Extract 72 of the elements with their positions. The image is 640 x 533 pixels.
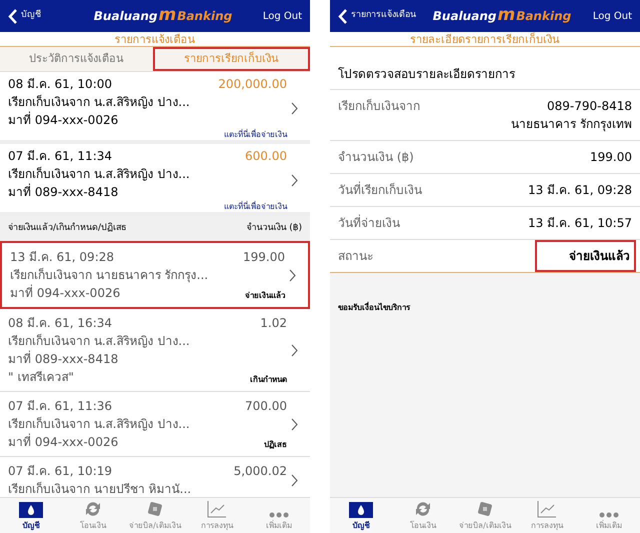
- phone-text: มาที่ 089-xxx-8418: [8, 183, 120, 201]
- chevron-icon: [289, 268, 296, 282]
- detail-value: นายธนาคาร รักกรุงเทพ: [511, 116, 632, 133]
- date-text: 07 มี.ค. 61, 11:34: [8, 148, 112, 165]
- logout-button[interactable]: Log Out: [588, 8, 632, 24]
- history-card[interactable]: 07 มี.ค. 61, 11:36 700.00 เรียกเก็บเงินจาก น.ส.สิริหญิง ปาง... มาที่ 094-xxx-0026 ปฏิเสธ: [0, 392, 310, 457]
- detail-label: จำนวนเงิน (฿): [338, 149, 414, 166]
- status-text: จ่ายเงินแล้ว: [245, 290, 285, 302]
- logout-button[interactable]: Log Out: [258, 8, 302, 24]
- detail-label: วันที่จ่ายเงิน: [338, 214, 400, 232]
- line-chart-icon: [207, 500, 227, 518]
- date-text: 08 มี.ค. 61, 10:00: [8, 76, 112, 93]
- amount-text: 5,000.02: [234, 463, 287, 480]
- chevron-icon: [291, 474, 298, 486]
- tab-bar-item[interactable]: บัญชี: [0, 498, 62, 533]
- bank-card-icon: [349, 502, 373, 518]
- status-text: ปฏิเสธ: [264, 439, 287, 451]
- back-button[interactable]: บัญชี: [8, 8, 68, 24]
- tab-bar-item[interactable]: บัญชี: [330, 498, 392, 533]
- note-text: " เทสรีเควส": [8, 369, 74, 386]
- sender-text: เรียกเก็บเงินจาก นายธนาคาร รักกรุง...: [10, 266, 210, 284]
- logo: BualuangmBanking: [432, 7, 572, 25]
- pay-link[interactable]: แตะที่นี่เพื่อจ่ายเงิน: [224, 129, 287, 141]
- history-card[interactable]: 13 มี.ค. 61, 09:28 199.00 เรียกเก็บเงินจาก นายธนาคาร รักกรุง... มาที่ 094-xxx-0026 จ่ายเงินแล้ว: [0, 241, 310, 309]
- detail-value: 13 มี.ค. 61, 10:57: [528, 215, 632, 232]
- back-button[interactable]: รายการแจ้งเตือน: [338, 8, 416, 24]
- pay-link[interactable]: แตะที่นี่เพื่อจ่ายเงิน: [224, 201, 287, 213]
- more-icon: [269, 512, 289, 518]
- bank-card-icon: [19, 502, 43, 518]
- date-text: 07 มี.ค. 61, 10:19: [8, 463, 112, 480]
- sender-text: เรียกเก็บเงินจาก น.ส.สิริหญิง ปาง...: [8, 94, 191, 111]
- phone-text: มาที่ 094-xxx-0026: [8, 111, 120, 129]
- detail-value: 199.00: [590, 149, 632, 166]
- phone-text: มาที่ 094-xxx-0026: [10, 284, 120, 302]
- amount-text: 700.00: [245, 398, 287, 415]
- detail-label: เรียกเก็บเงินจาก: [338, 98, 420, 115]
- request-card[interactable]: 08 มี.ค. 61, 10:00 200,000.00 เรียกเก็บเงินจาก น.ส.สิริหญิง ปาง... มาที่ 094-xxx-0026 แตะที่นี่เพื่อจ่ายเงิน: [0, 72, 310, 144]
- line-chart-icon: [537, 500, 557, 518]
- amount-heading: จำนวนเงิน (฿): [246, 222, 302, 235]
- logo: BualuangmBanking: [92, 7, 234, 25]
- amount-text: 200,000.00: [218, 76, 287, 93]
- terms-link[interactable]: ขอมรับเงื่อนไขบริการ: [338, 303, 410, 312]
- sender-text: เรียกเก็บเงินจาก น.ส.สิริหญิง ปาง...: [8, 416, 191, 433]
- chevron-icon: [291, 344, 298, 356]
- chevron-icon: [291, 102, 298, 114]
- phone-text: มาที่ 089-xxx-8418: [8, 350, 118, 368]
- amount-text: 600.00: [245, 148, 287, 165]
- status-text: เกินกำหนด: [250, 374, 287, 386]
- history-card[interactable]: 08 มี.ค. 61, 16:34 1.02 เรียกเก็บเงินจาก น.ส.สิริหญิง ปาง... มาที่ 089-xxx-8418 " เทสรีเควส" เกินกำหนด: [0, 309, 310, 392]
- chevron-icon: [291, 418, 298, 430]
- section-heading: โปรดตรวจสอบรายละเอียดรายการ: [338, 67, 515, 81]
- detail-value: 089-790-8418: [546, 98, 632, 115]
- sender-text: เรียกเก็บเงินจาก น.ส.สิริหญิง ปาง...: [8, 332, 191, 350]
- phone-text: มาที่ 094-xxx-0026: [8, 433, 118, 451]
- date-text: 08 มี.ค. 61, 16:34: [8, 315, 112, 332]
- sender-text: เรียกเก็บเงินจาก น.ส.สิริหญิง ปาง...: [8, 166, 191, 183]
- refresh-icon: [414, 500, 432, 518]
- amount-text: 199.00: [243, 249, 285, 266]
- amount-text: 1.02: [260, 315, 287, 332]
- detail-label: สถานะ: [338, 248, 373, 265]
- chevron-icon: [291, 174, 298, 186]
- section-title: จ่ายเงินแล้ว/เกินกำหนด/ปฏิเสธ: [8, 222, 126, 235]
- detail-value: 13 มี.ค. 61, 09:28: [528, 182, 632, 199]
- detail-value: จ่ายเงินแล้ว: [569, 248, 630, 265]
- sender-text: เรียกเก็บเงินจาก นายปรีชา หิมานั...: [8, 480, 192, 497]
- refresh-icon: [84, 500, 102, 518]
- date-text: 13 มี.ค. 61, 09:28: [10, 249, 114, 266]
- date-text: 07 มี.ค. 61, 11:36: [8, 398, 112, 415]
- detail-label: วันที่เรียกเก็บเงิน: [338, 181, 422, 199]
- more-icon: [599, 512, 619, 518]
- subtitle: รายละเอียดรายการเรียกเก็บเงิน: [330, 32, 640, 47]
- tab[interactable]: ประวัติการแจ้งเตือน: [0, 47, 153, 71]
